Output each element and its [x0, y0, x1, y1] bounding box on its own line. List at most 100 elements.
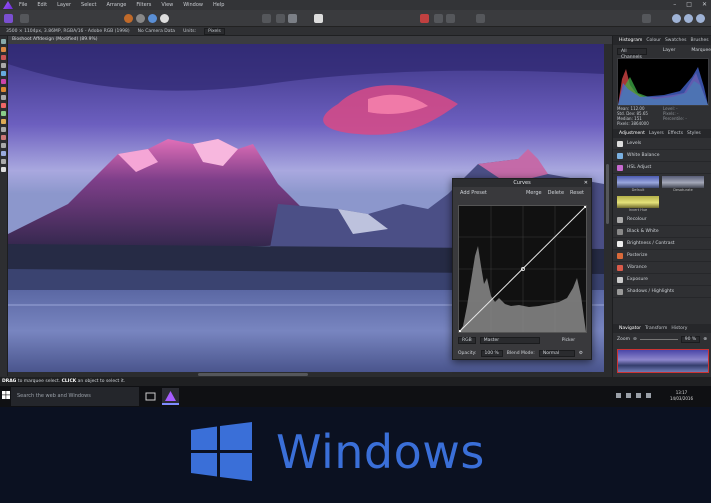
preset-thumbnail[interactable] — [662, 176, 704, 188]
adjustment-white-balance[interactable]: White Balance — [613, 150, 711, 162]
affinity-photo-logo-icon[interactable] — [3, 1, 13, 9]
zoom-in-icon[interactable]: ⊕ — [703, 337, 707, 342]
scrollbar-thumb[interactable] — [198, 373, 308, 376]
fill-tool-icon[interactable] — [1, 95, 6, 100]
menu-help[interactable]: Help — [213, 2, 224, 8]
view-tool-icon[interactable] — [1, 47, 6, 52]
tray-up-arrow-icon[interactable] — [616, 393, 621, 398]
close-icon[interactable]: ✕ — [702, 1, 707, 8]
tab-swatches[interactable]: Swatches — [665, 38, 687, 43]
selection-brush-icon[interactable] — [1, 63, 6, 68]
tab-history[interactable]: History — [671, 326, 687, 331]
adjustment-recolour[interactable]: Recolour — [613, 214, 711, 226]
close-icon[interactable]: ✕ — [584, 179, 588, 187]
tab-transform[interactable]: Transform — [645, 326, 667, 331]
tab-navigator[interactable]: Navigator — [619, 326, 641, 331]
menu-filters[interactable]: Filters — [136, 2, 151, 8]
flood-select-icon[interactable] — [1, 71, 6, 76]
menu-edit[interactable]: Edit — [37, 2, 47, 8]
menu-select[interactable]: Select — [81, 2, 96, 8]
tab-layers[interactable]: Layers — [649, 131, 664, 136]
zoom-field[interactable]: 90 % — [680, 336, 701, 343]
adjustment-hsl[interactable]: HSL Adjust — [613, 162, 711, 174]
selection-mode-icon[interactable] — [276, 14, 285, 23]
erase-brush-icon[interactable] — [1, 87, 6, 92]
zoom-slider[interactable] — [639, 339, 678, 340]
tab-colour[interactable]: Colour — [646, 38, 661, 43]
dodge-tool-icon[interactable] — [1, 103, 6, 108]
document-tab[interactable]: Bioshoot Affdesign (Modified) (89.9%) — [8, 36, 612, 44]
picker-button[interactable]: Picker — [562, 338, 575, 343]
personas-icon[interactable] — [672, 14, 681, 23]
opacity-field[interactable]: 100 % — [480, 350, 503, 357]
studio-icon[interactable] — [642, 14, 651, 23]
channel-mode-dropdown[interactable]: RGB — [458, 337, 476, 344]
share-icon[interactable] — [20, 14, 29, 23]
channel-dropdown[interactable]: Master — [479, 337, 540, 344]
units-dropdown[interactable]: Pixels — [204, 27, 225, 35]
minimize-icon[interactable]: – — [673, 1, 676, 8]
zoom-out-icon[interactable]: ⊖ — [633, 337, 637, 342]
add-preset-button[interactable]: Add Preset — [457, 189, 490, 197]
canvas-vertical-scrollbar[interactable] — [604, 44, 612, 372]
photo-persona-icon[interactable] — [4, 14, 13, 23]
menu-arrange[interactable]: Arrange — [106, 2, 126, 8]
delete-button[interactable]: Delete — [545, 189, 567, 197]
paint-brush-icon[interactable] — [1, 79, 6, 84]
menu-view[interactable]: View — [161, 2, 173, 8]
adjustment-shadows-highlights[interactable]: Shadows / Highlights — [613, 286, 711, 298]
adjustment-exposure[interactable]: Exposure — [613, 274, 711, 286]
clone-tool-icon[interactable] — [1, 111, 6, 116]
colour-swatch-icon[interactable] — [1, 167, 6, 172]
auto-levels-icon[interactable] — [124, 14, 133, 23]
adjustment-black-white[interactable]: Black & White — [613, 226, 711, 238]
scrollbar-thumb[interactable] — [606, 164, 609, 224]
blend-mode-dropdown[interactable]: Normal — [538, 350, 575, 357]
adjustment-levels[interactable]: Levels — [613, 138, 711, 150]
healing-tool-icon[interactable] — [1, 119, 6, 124]
merge-button[interactable]: Merge — [523, 189, 545, 197]
account-icon[interactable] — [696, 14, 705, 23]
text-tool-icon[interactable] — [1, 159, 6, 164]
menu-layer[interactable]: Layer — [57, 2, 71, 8]
volume-icon[interactable] — [636, 393, 641, 398]
tab-histogram[interactable]: Histogram — [619, 38, 642, 43]
preset-thumbnail[interactable] — [617, 196, 659, 208]
task-view-icon[interactable] — [142, 388, 159, 405]
adjustment-posterize[interactable]: Posterize — [613, 250, 711, 262]
move-tool-icon[interactable] — [1, 39, 6, 44]
red-eye-tool-icon[interactable] — [1, 127, 6, 132]
assistant-icon[interactable] — [420, 14, 429, 23]
channel-select[interactable]: All Channels — [617, 48, 647, 60]
mask-icon[interactable] — [314, 14, 323, 23]
tab-effects[interactable]: Effects — [668, 131, 683, 136]
maximize-icon[interactable]: □ — [686, 1, 692, 8]
crop-tool-icon[interactable] — [1, 55, 6, 60]
taskbar-clock[interactable]: 13:17 14/03/2016 — [670, 390, 693, 402]
curves-title-bar[interactable]: Curves ✕ — [453, 179, 591, 187]
curves-graph[interactable] — [457, 204, 588, 334]
pen-tool-icon[interactable] — [1, 143, 6, 148]
taskbar-search-box[interactable]: Search the web and Windows — [11, 387, 139, 406]
notification-icon[interactable] — [646, 393, 651, 398]
shape-tool-icon[interactable] — [1, 151, 6, 156]
force-pixel-alignment-icon[interactable] — [446, 14, 455, 23]
network-icon[interactable] — [626, 393, 631, 398]
menu-file[interactable]: File — [19, 2, 27, 8]
menu-window[interactable]: Window — [183, 2, 203, 8]
auto-contrast-icon[interactable] — [136, 14, 145, 23]
windows-start-icon[interactable] — [2, 391, 10, 399]
quick-mask-icon[interactable] — [288, 14, 297, 23]
adjustment-vibrance[interactable]: Vibrance — [613, 262, 711, 274]
reset-button[interactable]: Reset — [567, 189, 587, 197]
tab-styles[interactable]: Styles — [687, 131, 701, 136]
tab-adjustment[interactable]: Adjustment — [619, 131, 645, 136]
order-icon[interactable] — [476, 14, 485, 23]
adjustment-brightness-contrast[interactable]: Brightness / Contrast — [613, 238, 711, 250]
affinity-photo-taskbar-icon[interactable] — [162, 388, 179, 405]
blur-brush-icon[interactable] — [1, 135, 6, 140]
navigator-thumbnail[interactable] — [617, 349, 709, 373]
marquee-mode-icon[interactable] — [262, 14, 271, 23]
snapping-icon[interactable] — [434, 14, 443, 23]
auto-colours-icon[interactable] — [148, 14, 157, 23]
